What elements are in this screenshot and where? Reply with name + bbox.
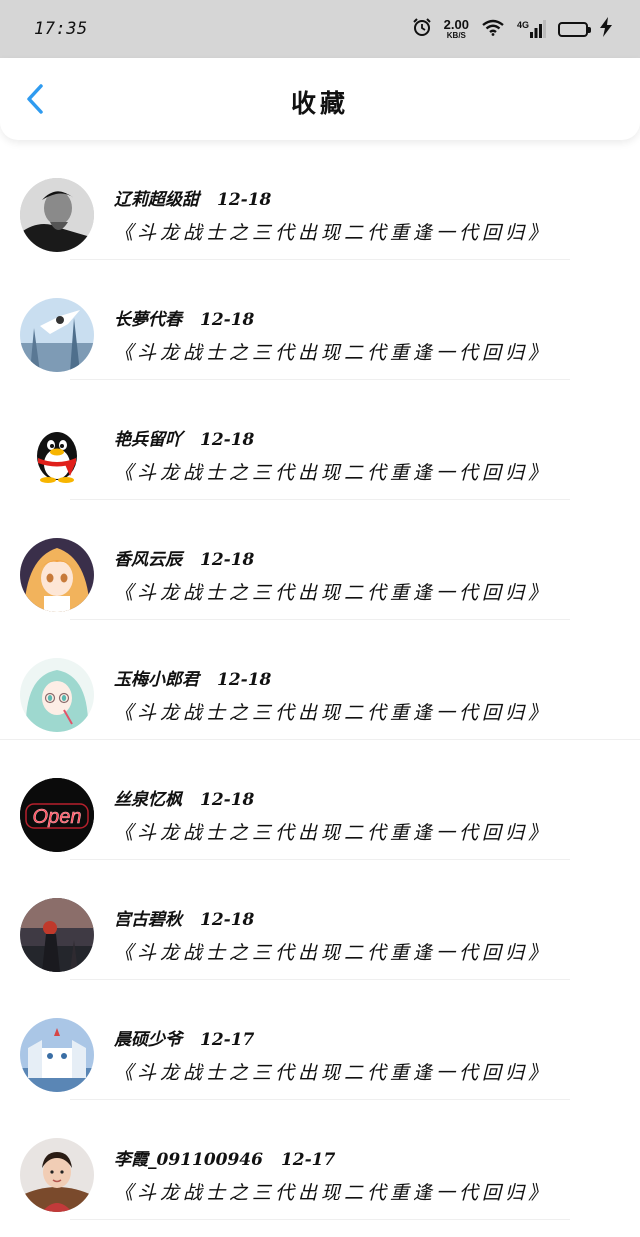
alarm-icon [412, 17, 432, 41]
wifi-icon [481, 18, 505, 40]
item-date: 12-18 [217, 670, 272, 690]
avatar [20, 898, 94, 972]
user-name: 宫古碧秋 [114, 910, 182, 930]
network-type: 4G [516, 20, 529, 30]
item-message: 《斗龙战士之三代出现二代重逢一代回归》 [114, 702, 552, 724]
avatar: Open [20, 778, 94, 852]
avatar [20, 178, 94, 252]
user-name: 香风云辰 [114, 550, 182, 570]
item-date: 12-18 [217, 190, 272, 210]
item-message: 《斗龙战士之三代出现二代重逢一代回归》 [114, 822, 552, 844]
list-item[interactable]: 长夢代春 12-18 《斗龙战士之三代出现二代重逢一代回归》 [0, 260, 640, 380]
item-date: 12-18 [200, 430, 255, 450]
item-date: 12-18 [200, 910, 255, 930]
status-icons: 2.00 KB/S 4G [412, 17, 612, 41]
item-message: 《斗龙战士之三代出现二代重逢一代回归》 [114, 222, 552, 244]
page-title: 收藏 [290, 89, 349, 118]
item-meta: 晨硕少爷 12-17 [114, 1025, 254, 1050]
item-meta: 辽莉超级甜 12-18 [114, 185, 271, 210]
item-meta: 丝泉忆枫 12-18 [114, 785, 254, 810]
list-item[interactable]: Open 丝泉忆枫 12-18 《斗龙战士之三代出现二代重逢一代回归》 [0, 740, 640, 860]
list-item[interactable]: 艳兵留吖 12-18 《斗龙战士之三代出现二代重逢一代回归》 [0, 380, 640, 500]
penguin-icon [20, 418, 94, 492]
item-date: 12-17 [200, 1030, 255, 1050]
user-name: 李霞_091100946 [114, 1150, 263, 1170]
user-name: 长夢代春 [114, 310, 182, 330]
item-meta: 玉梅小郎君 12-18 [114, 665, 271, 690]
list-item[interactable]: 晨硕少爷 12-17 《斗龙战士之三代出现二代重逢一代回归》 [0, 980, 640, 1100]
charging-icon [600, 17, 612, 41]
user-name: 晨硕少爷 [114, 1030, 182, 1050]
item-meta: 李霞_091100946 12-17 [114, 1145, 335, 1170]
user-name: 玉梅小郎君 [114, 670, 199, 690]
item-message: 《斗龙战士之三代出现二代重逢一代回归》 [114, 1182, 552, 1204]
list-item[interactable]: 辽莉超级甜 12-18 《斗龙战士之三代出现二代重逢一代回归》 [0, 140, 640, 260]
favorites-list: 辽莉超级甜 12-18 《斗龙战士之三代出现二代重逢一代回归》 长夢代春 12-18… [0, 140, 640, 1237]
avatar [20, 298, 94, 372]
avatar [20, 658, 94, 732]
item-date: 12-18 [200, 550, 255, 570]
item-date: 12-17 [280, 1150, 336, 1170]
user-name: 丝泉忆枫 [114, 790, 182, 810]
avatar [20, 1138, 94, 1212]
status-time: 17:35 [34, 19, 88, 39]
divider [70, 1219, 570, 1220]
item-message: 《斗龙战士之三代出现二代重逢一代回归》 [114, 1062, 552, 1084]
list-item[interactable]: 玉梅小郎君 12-18 《斗龙战士之三代出现二代重逢一代回归》 [0, 620, 640, 740]
item-date: 12-18 [200, 310, 255, 330]
signal-icon: 4G [517, 20, 546, 38]
item-meta: 艳兵留吖 12-18 [114, 425, 254, 450]
item-meta: 香风云辰 12-18 [114, 545, 254, 570]
user-name: 辽莉超级甜 [114, 190, 199, 210]
speed-value: 2.00 [443, 17, 469, 32]
item-date: 12-18 [200, 790, 255, 810]
avatar [20, 538, 94, 612]
list-item[interactable]: 李霞_091100946 12-17 《斗龙战士之三代出现二代重逢一代回归》 [0, 1100, 640, 1220]
battery-icon [558, 21, 591, 37]
item-message: 《斗龙战士之三代出现二代重逢一代回归》 [114, 582, 552, 604]
status-bar: 17:35 2.00 KB/S 4G [0, 0, 640, 58]
list-item[interactable]: 宫古碧秋 12-18 《斗龙战士之三代出现二代重逢一代回归》 [0, 860, 640, 980]
item-meta: 宫古碧秋 12-18 [114, 905, 254, 930]
avatar [20, 418, 94, 492]
item-meta: 长夢代春 12-18 [114, 305, 254, 330]
item-message: 《斗龙战士之三代出现二代重逢一代回归》 [114, 342, 552, 364]
list-item[interactable]: 香风云辰 12-18 《斗龙战士之三代出现二代重逢一代回归》 [0, 500, 640, 620]
nav-bar: 收藏 [0, 58, 640, 140]
neon-sign-text: Open [33, 806, 82, 828]
network-speed: 2.00 KB/S [444, 18, 469, 40]
user-name: 艳兵留吖 [114, 430, 182, 450]
avatar [20, 1018, 94, 1092]
item-message: 《斗龙战士之三代出现二代重逢一代回归》 [114, 462, 552, 484]
item-message: 《斗龙战士之三代出现二代重逢一代回归》 [114, 942, 552, 964]
speed-unit: KB/S [446, 31, 466, 40]
